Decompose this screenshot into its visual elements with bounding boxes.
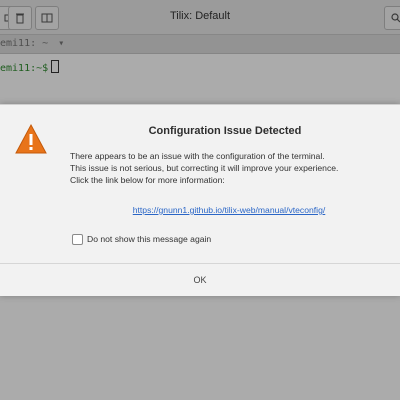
dont-show-again-row[interactable]: Do not show this message again [72,233,211,245]
configuration-dialog: Configuration Issue Detected There appea… [0,104,400,296]
dialog-message-line: There appears to be an issue with the co… [70,151,325,161]
dialog-message-line: Click the link below for more informatio… [70,175,225,185]
dialog-message: There appears to be an issue with the co… [70,150,388,186]
vteconfig-link[interactable]: https://gnunn1.github.io/tilix-web/manua… [70,205,388,215]
dialog-message-line: This issue is not serious, but correctin… [70,163,339,173]
dialog-button-area: OK [0,263,400,296]
warning-icon [15,123,47,154]
ok-button[interactable]: OK [0,264,400,296]
dont-show-again-checkbox[interactable] [72,233,83,245]
dont-show-again-label[interactable]: Do not show this message again [87,234,211,244]
dialog-title: Configuration Issue Detected [148,125,302,137]
